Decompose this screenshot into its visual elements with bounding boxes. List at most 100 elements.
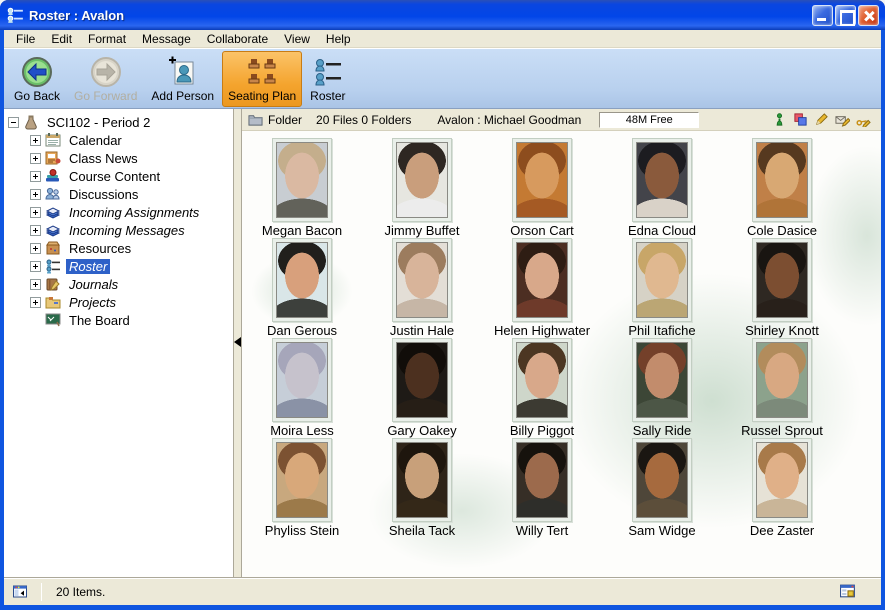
tree-item-projects[interactable]: Projects — [4, 293, 233, 311]
student-name: Russel Sprout — [741, 423, 823, 438]
tree-item-course-content[interactable]: Course Content — [4, 167, 233, 185]
roster-button[interactable]: Roster — [304, 51, 351, 107]
student-item-phyliss-stein[interactable]: Phyliss Stein — [242, 438, 362, 538]
student-item-sam-widge[interactable]: Sam Widge — [602, 438, 722, 538]
student-item-willy-tert[interactable]: Willy Tert — [482, 438, 602, 538]
menu-help[interactable]: Help — [318, 31, 359, 47]
student-item-sheila-tack[interactable]: Sheila Tack — [362, 438, 482, 538]
student-item-sally-ride[interactable]: Sally Ride — [602, 338, 722, 438]
tree-expander-plus[interactable] — [30, 153, 41, 164]
tree-item-discussions[interactable]: Discussions — [4, 185, 233, 203]
student-item-jimmy-buffet[interactable]: Jimmy Buffet — [362, 138, 482, 238]
tree-expander-minus[interactable] — [8, 117, 19, 128]
student-name: Orson Cart — [510, 223, 574, 238]
student-item-phil-itafiche[interactable]: Phil Itafiche — [602, 238, 722, 338]
student-item-megan-bacon[interactable]: Megan Bacon — [242, 138, 362, 238]
tree-expander-plus[interactable] — [30, 297, 41, 308]
tree-item-roster[interactable]: Roster — [4, 257, 233, 275]
student-name: Sally Ride — [633, 423, 692, 438]
minimize-button[interactable] — [812, 5, 833, 26]
tree-expander-plus[interactable] — [30, 135, 41, 146]
photo-frame — [512, 338, 572, 422]
tree-item-incoming-messages[interactable]: Incoming Messages — [4, 221, 233, 239]
student-item-billy-piggot[interactable]: Billy Piggot — [482, 338, 602, 438]
go-forward-button[interactable]: Go Forward — [68, 51, 143, 107]
window-icon[interactable] — [839, 583, 857, 600]
key-edit-icon[interactable] — [856, 112, 871, 127]
pencil-icon[interactable] — [814, 112, 829, 127]
student-item-gary-oakey[interactable]: Gary Oakey — [362, 338, 482, 438]
student-name: Willy Tert — [516, 523, 568, 538]
student-photo — [276, 242, 328, 318]
panel-splitter[interactable] — [234, 109, 242, 577]
student-name: Cole Dasice — [747, 223, 817, 238]
toolbar-button-label: Roster — [310, 89, 345, 103]
student-item-cole-dasice[interactable]: Cole Dasice — [722, 138, 842, 238]
roster-tree-icon — [45, 258, 61, 274]
mail-edit-icon[interactable] — [835, 112, 850, 127]
tree-expander-plus[interactable] — [30, 279, 41, 290]
student-photo — [756, 442, 808, 518]
panel-toggle-icon[interactable] — [12, 584, 29, 600]
window-title: Roster : Avalon — [29, 8, 812, 23]
copy-icon[interactable] — [793, 112, 808, 127]
tree-expander-plus[interactable] — [30, 207, 41, 218]
student-item-dan-gerous[interactable]: Dan Gerous — [242, 238, 362, 338]
student-photo — [636, 142, 688, 218]
student-item-moira-less[interactable]: Moira Less — [242, 338, 362, 438]
incoming-messages-icon — [45, 222, 61, 238]
tree-expander-plus[interactable] — [30, 171, 41, 182]
toolbar-button-label: Add Person — [151, 89, 214, 103]
menu-message[interactable]: Message — [134, 31, 199, 47]
student-photo — [636, 442, 688, 518]
tree-item-sci102---period-2[interactable]: SCI102 - Period 2 — [4, 113, 233, 131]
student-item-russel-sprout[interactable]: Russel Sprout — [722, 338, 842, 438]
student-item-dee-zaster[interactable]: Dee Zaster — [722, 438, 842, 538]
student-item-justin-hale[interactable]: Justin Hale — [362, 238, 482, 338]
close-button[interactable] — [858, 5, 879, 26]
student-item-orson-cart[interactable]: Orson Cart — [482, 138, 602, 238]
student-grid: Megan BaconJimmy Buffet Orson Cart Edna Cl… — [242, 131, 881, 538]
photo-frame — [512, 138, 572, 222]
tree-item-journals[interactable]: Journals — [4, 275, 233, 293]
student-item-shirley-knott[interactable]: Shirley Knott — [722, 238, 842, 338]
go-back-button[interactable]: Go Back — [8, 51, 66, 107]
tree-item-label: The Board — [66, 313, 133, 328]
tree-expander-plus[interactable] — [30, 189, 41, 200]
photo-frame — [512, 238, 572, 322]
student-item-edna-cloud[interactable]: Edna Cloud — [602, 138, 722, 238]
maximize-button[interactable] — [835, 5, 856, 26]
menu-edit[interactable]: Edit — [43, 31, 80, 47]
person-icon[interactable] — [772, 112, 787, 127]
student-name: Dan Gerous — [267, 323, 337, 338]
photo-frame — [632, 438, 692, 522]
menu-file[interactable]: File — [8, 31, 43, 47]
menu-format[interactable]: Format — [80, 31, 134, 47]
collapse-tree-arrow[interactable] — [234, 337, 241, 347]
student-photo — [636, 342, 688, 418]
menu-view[interactable]: View — [276, 31, 318, 47]
tree-item-calendar[interactable]: Calendar — [4, 131, 233, 149]
incoming-assignments-icon — [45, 204, 61, 220]
tree-item-label: Course Content — [66, 169, 163, 184]
student-name: Dee Zaster — [750, 523, 814, 538]
status-bar: 20 Items. — [4, 577, 881, 605]
tree-item-resources[interactable]: Resources — [4, 239, 233, 257]
tree-item-class-news[interactable]: Class News — [4, 149, 233, 167]
tree-expander-plus[interactable] — [30, 225, 41, 236]
tree-item-incoming-assignments[interactable]: Incoming Assignments — [4, 203, 233, 221]
photo-frame — [272, 238, 332, 322]
tree-expander-plus[interactable] — [30, 243, 41, 254]
menu-collaborate[interactable]: Collaborate — [199, 31, 276, 47]
add-person-button[interactable]: Add Person — [145, 51, 220, 107]
roster-app-icon — [6, 6, 24, 24]
photo-frame — [752, 338, 812, 422]
tree-expander-plus[interactable] — [30, 261, 41, 272]
student-item-helen-highwater[interactable]: Helen Highwater — [482, 238, 602, 338]
tree-item-the-board[interactable]: The Board — [4, 311, 233, 329]
title-bar[interactable]: Roster : Avalon — [0, 0, 885, 30]
student-photo — [396, 142, 448, 218]
photo-frame — [752, 138, 812, 222]
seating-plan-button[interactable]: Seating Plan — [222, 51, 302, 107]
folder-label: Folder — [268, 113, 302, 127]
